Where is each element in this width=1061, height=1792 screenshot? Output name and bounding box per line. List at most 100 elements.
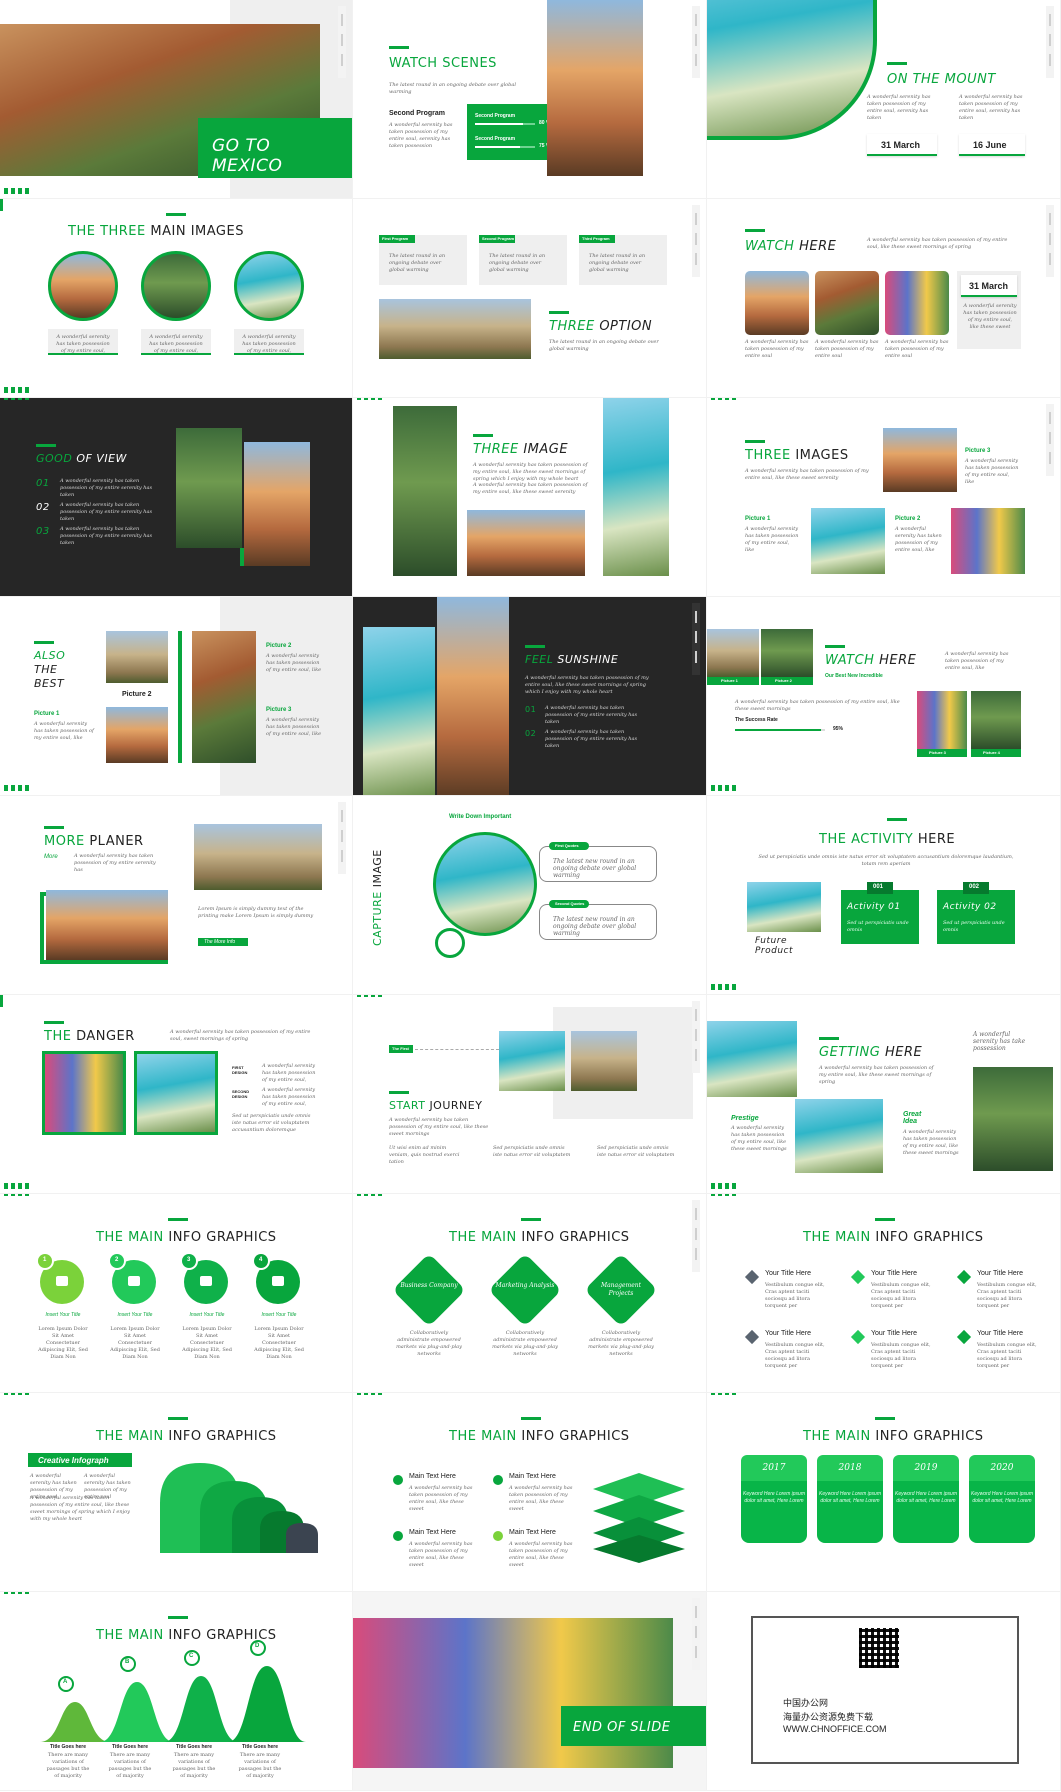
second-design-label: SECOND DESIGN — [232, 1089, 250, 1099]
slide-more-planer[interactable]: MORE PLANER More A wonderful serenity ha… — [0, 796, 353, 995]
slide-title: THREE IMAGE — [473, 442, 569, 457]
curve-c — [164, 1676, 238, 1742]
photo-1 — [745, 271, 809, 335]
quote-1-label: First Quotes — [555, 843, 579, 848]
bar1-track — [475, 123, 535, 125]
document-icon — [128, 1276, 140, 1286]
picture-4-photo — [971, 691, 1021, 749]
text-2: A wonderful serenity has taken possessio… — [959, 94, 1023, 121]
slide-watch-scenes[interactable]: WATCH SCENES The latest round in an ongo… — [353, 0, 707, 199]
slide-cover[interactable]: GO TO MEXICO — [0, 0, 353, 199]
slide-watch-here-stats[interactable]: Picture 1 Picture 2 WATCH HERE Our Best … — [707, 597, 1061, 796]
item-title: Insert Your Title — [189, 1312, 225, 1318]
accent-dots — [4, 1183, 29, 1189]
slide-three-option[interactable]: First Program The latest round in an ong… — [353, 199, 707, 398]
more-label: More — [44, 854, 58, 860]
accent-dots-top — [357, 1393, 382, 1395]
template-thumbnail-sheet: GO TO MEXICO WATCH SCENES The latest rou… — [0, 0, 1061, 1792]
column-1-text: Ut wisi enim ad minim veniam, quis nostr… — [389, 1145, 460, 1165]
more-info-button[interactable]: The More Info — [198, 938, 248, 946]
title-bar — [166, 213, 186, 216]
site-url[interactable]: WWW.CHNOFFICE.COM — [783, 1724, 886, 1734]
slide-title: THE MAIN INFO GRAPHICS — [803, 1429, 984, 1444]
title-bar — [549, 311, 569, 314]
item-title: Your Title Here — [871, 1330, 918, 1337]
slide-infographics-list[interactable]: THE MAIN INFO GRAPHICS Your Title Here Ve… — [707, 1194, 1061, 1393]
year-label: 2019 — [893, 1455, 959, 1481]
item-text: Vestibulum congue elit, Cras aptent taci… — [871, 1342, 931, 1369]
slide-years-timeline[interactable]: THE MAIN INFO GRAPHICS 2017 Keyword Here … — [707, 1393, 1061, 1592]
accent-dots — [711, 1183, 736, 1189]
activity-1-title: Activity 01 — [847, 902, 901, 912]
tab-3-text: The latest round in an ongoing debate ov… — [589, 253, 646, 273]
slide-three-image[interactable]: THREE IMAGE A wonderful serenity has tak… — [353, 398, 707, 597]
body-text: The latest round in an ongoing debate ov… — [549, 339, 659, 352]
caption-box-2: A wonderful serenity has taken possessio… — [141, 329, 211, 355]
item-title: Main Text Here — [509, 1529, 556, 1536]
quote-1-text: The latest new round in an ongoing debat… — [553, 858, 637, 879]
activity-card-1 — [841, 890, 919, 944]
marker-letter: A — [63, 1679, 68, 1685]
prestige-label: Prestige — [731, 1115, 759, 1122]
document-icon — [272, 1276, 284, 1286]
item-text: There are many variations of passages bu… — [172, 1752, 216, 1779]
picture-2-text: A wonderful serenity has taken possessio… — [266, 653, 322, 673]
bullet-dot-icon — [493, 1475, 503, 1485]
diamond-1-label: Business Company — [400, 1282, 458, 1289]
qr-code-icon[interactable] — [859, 1628, 899, 1668]
pyramid-traveler-photo — [571, 1031, 637, 1091]
palace-dome-photo — [547, 0, 643, 176]
slide-infographics-diamonds[interactable]: THE MAIN INFO GRAPHICS Business Company … — [353, 1194, 707, 1393]
date-text: A wonderful serenity has taken possessio… — [963, 303, 1017, 330]
great-idea-text: A wonderful serenity has taken possessio… — [903, 1129, 959, 1156]
pyramid-photo — [106, 631, 168, 683]
slide-feel-sunshine[interactable]: FEEL SUNSHINE A wonderful serenity has t… — [353, 597, 707, 796]
bar1-label: Second Program — [475, 113, 516, 119]
item-title: Insert Your Title — [45, 1312, 81, 1318]
subhead: Second Program — [389, 110, 446, 117]
diamond-bullet-icon — [956, 1269, 972, 1285]
slide-main-text-layers[interactable]: THE MAIN INFO GRAPHICS Main Text Here A w… — [353, 1393, 707, 1592]
side-tabs — [338, 802, 346, 874]
ruins-jungle-photo — [393, 406, 457, 576]
slide-bell-curves[interactable]: THE MAIN INFO GRAPHICS A Title Goes here T… — [0, 1592, 353, 1791]
slide-also-the-best[interactable]: ALSO THE BEST Picture 1 A wonderful sere… — [0, 597, 353, 796]
picture-3-tag: Picture 3 — [917, 749, 967, 757]
slide-activity-here[interactable]: THE ACTIVITY HERE Sed ut perspiciatis un… — [707, 796, 1061, 995]
intro-text: A wonderful serenity has taken possessio… — [170, 1029, 311, 1042]
item-title: Title Goes here — [241, 1744, 279, 1750]
side-tabs — [692, 1598, 700, 1670]
slide-start-journey[interactable]: The First START JOURNEY A wonderful sere… — [353, 995, 707, 1194]
item-text-3: A wonderful serenity has taken possessio… — [60, 526, 153, 546]
slide-creative-infograph[interactable]: THE MAIN INFO GRAPHICS Creative Infograp… — [0, 1393, 353, 1592]
accent-dots — [711, 785, 736, 791]
accent-dots-top — [4, 1194, 29, 1196]
slide-good-of-view[interactable]: GOOD OF VIEW 01 A wonderful serenity has… — [0, 398, 353, 597]
slide-on-the-mount[interactable]: ON THE MOUNT A wonderful serenity has ta… — [707, 0, 1061, 199]
slide-title: WATCH HERE — [825, 653, 917, 668]
slide-three-main-images[interactable]: THE THREE MAIN IMAGES A wonderful sereni… — [0, 199, 353, 398]
quote-text: A wonderful serenity has take possession — [973, 1031, 1026, 1052]
slide-capture-image[interactable]: Write Down Important CAPTURE IMAGE First… — [353, 796, 707, 995]
tab-2: Second Program — [479, 235, 515, 243]
slide-three-images[interactable]: THREE IMAGES A wonderful serenity has ta… — [707, 398, 1061, 597]
accent-dots — [4, 387, 29, 393]
year-pill: 2020 Keyword Here Lorem ipsum dolor sit a… — [969, 1455, 1035, 1543]
accent-dots-top — [4, 1592, 29, 1594]
first-tag-label: The First — [392, 1046, 409, 1051]
slide-getting-here[interactable]: GETTING HERE A wonderful serenity has ta… — [707, 995, 1061, 1194]
slide-end[interactable]: END OF SLIDE — [353, 1592, 707, 1791]
body-text: A wonderful serenity has taken possessio… — [745, 468, 869, 481]
item-text: There are many variations of passages bu… — [108, 1752, 152, 1779]
tab-3-label: Third Program — [582, 236, 610, 241]
diamond-1 — [392, 1253, 466, 1327]
slide-infographics-circles[interactable]: THE MAIN INFO GRAPHICS 1 Insert Your Titl… — [0, 1194, 353, 1393]
slide-the-danger[interactable]: THE DANGER A wonderful serenity has take… — [0, 995, 353, 1194]
title-bar — [473, 434, 493, 437]
coast-ruins-photo — [795, 1099, 883, 1173]
tab-1-label: First Program — [382, 236, 409, 241]
number-label: 2 — [115, 1257, 119, 1263]
title-bar — [34, 641, 54, 644]
slide-watch-here[interactable]: WATCH HERE A wonderful serenity has take… — [707, 199, 1061, 398]
slide-site-credit[interactable]: 中国办公网 海量办公资源免费下载 WWW.CHNOFFICE.COM — [707, 1592, 1061, 1791]
